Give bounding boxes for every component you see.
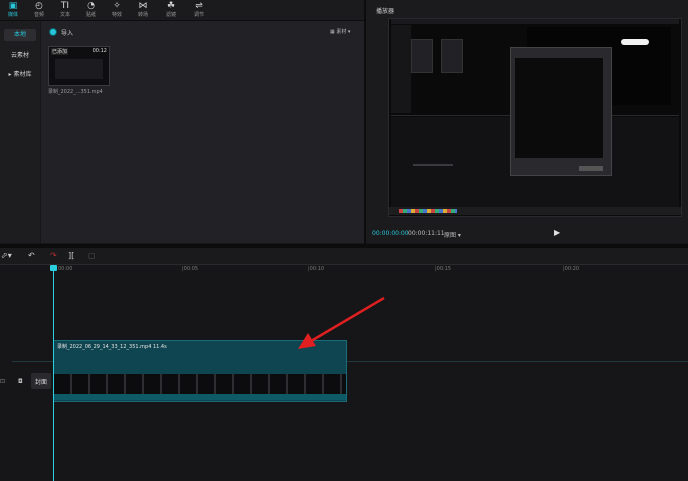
top-toolbar: ▣ 媒体 ◴ 音频 TI 文本 ◔ 贴纸 ✧ 特效 ⋈ 转场 ☘ 滤镜 ⇌ 调节: [0, 0, 364, 21]
preview-dialog-body: [515, 58, 603, 158]
tool-transition[interactable]: ⋈ 转场: [130, 0, 156, 20]
preview-badge: [621, 39, 649, 45]
tool-effects[interactable]: ✧ 特效: [104, 0, 130, 20]
player-title: 播放器: [376, 8, 395, 15]
current-time: 00:00:00:00: [372, 230, 409, 237]
track-lock-icon[interactable]: ⊡: [0, 378, 5, 385]
tool-media[interactable]: ▣ 媒体: [0, 0, 26, 20]
tool-filter[interactable]: ☘ 滤镜: [158, 0, 184, 20]
preview-taskbar: [389, 207, 681, 215]
sticker-icon: ◔: [87, 1, 95, 11]
preview-sidebar: [391, 25, 411, 113]
annotation-arrow: [298, 296, 385, 349]
audio-icon: ◴: [35, 1, 43, 11]
preview-card: [441, 39, 463, 73]
text-icon: TI: [60, 1, 70, 11]
ruler-label: |00:20: [563, 266, 580, 272]
tool-text[interactable]: TI 文本: [52, 0, 78, 20]
timeline-toolbar: [0, 248, 688, 265]
media-icon: ▣: [8, 1, 18, 11]
split-icon[interactable]: ][: [68, 250, 74, 262]
import-icon[interactable]: [50, 29, 56, 35]
preview-dialog-button: [579, 166, 603, 171]
track-mute-icon[interactable]: ◘: [18, 378, 23, 385]
preview-dialog: [510, 47, 612, 176]
sidebar-item-local[interactable]: 本地: [4, 29, 36, 41]
total-time: 00:00:11:11: [408, 230, 445, 237]
media-thumbnail[interactable]: 已添加 00:12: [48, 46, 110, 86]
ruler-label: |00:10: [308, 266, 325, 272]
delete-icon[interactable]: ▢: [88, 250, 96, 262]
media-sidebar: 本地 云素材 ▸ 素材库: [0, 21, 40, 243]
select-tool-icon[interactable]: ⬀▾: [1, 250, 12, 262]
ruler-label: |00:15: [435, 266, 452, 272]
sidebar-item-cloud[interactable]: 云素材: [4, 50, 36, 62]
clip-duration: 00:12: [92, 48, 107, 54]
taskbar-icons: [399, 209, 457, 213]
sidebar-item-library[interactable]: ▸ 素材库: [4, 69, 36, 81]
clip-audio-wave: [54, 394, 346, 400]
tool-sticker[interactable]: ◔ 贴纸: [78, 0, 104, 20]
import-button[interactable]: 导入: [61, 28, 73, 37]
time-ruler[interactable]: [0, 265, 688, 275]
thumbnail-preview: [55, 59, 103, 79]
preview-card: [411, 39, 433, 73]
effects-icon: ✧: [113, 1, 121, 11]
clip-filmstrip: [54, 374, 346, 394]
redo-icon[interactable]: ↷: [50, 250, 57, 262]
ruler-label: |00:05: [182, 266, 199, 272]
cover-button[interactable]: 封面: [31, 373, 51, 389]
ruler-label: 00:00: [58, 266, 73, 272]
play-button[interactable]: ▶: [554, 228, 560, 237]
preview-top-bar: [391, 19, 679, 24]
playhead-handle[interactable]: [50, 265, 57, 271]
filter-icon: ☘: [166, 1, 176, 11]
tool-adjust[interactable]: ⇌ 调节: [186, 0, 212, 20]
added-badge: 已添加: [51, 48, 69, 55]
transition-icon: ⋈: [138, 1, 148, 11]
media-filename: 录制_2022_...351.mp4: [48, 89, 103, 95]
tool-audio[interactable]: ◴ 音频: [26, 0, 52, 20]
playhead[interactable]: [53, 266, 54, 481]
sort-dropdown[interactable]: ▦ 素材 ▾: [330, 28, 350, 35]
undo-icon[interactable]: ↶: [28, 250, 35, 262]
clip-label: 录制_2022_06_29_14_33_12_351.mp4 11.4s: [57, 344, 167, 350]
quality-dropdown[interactable]: 原图 ▾: [444, 230, 461, 239]
adjust-icon: ⇌: [195, 1, 203, 11]
preview-track: [413, 164, 453, 166]
player-screen: [388, 18, 682, 217]
